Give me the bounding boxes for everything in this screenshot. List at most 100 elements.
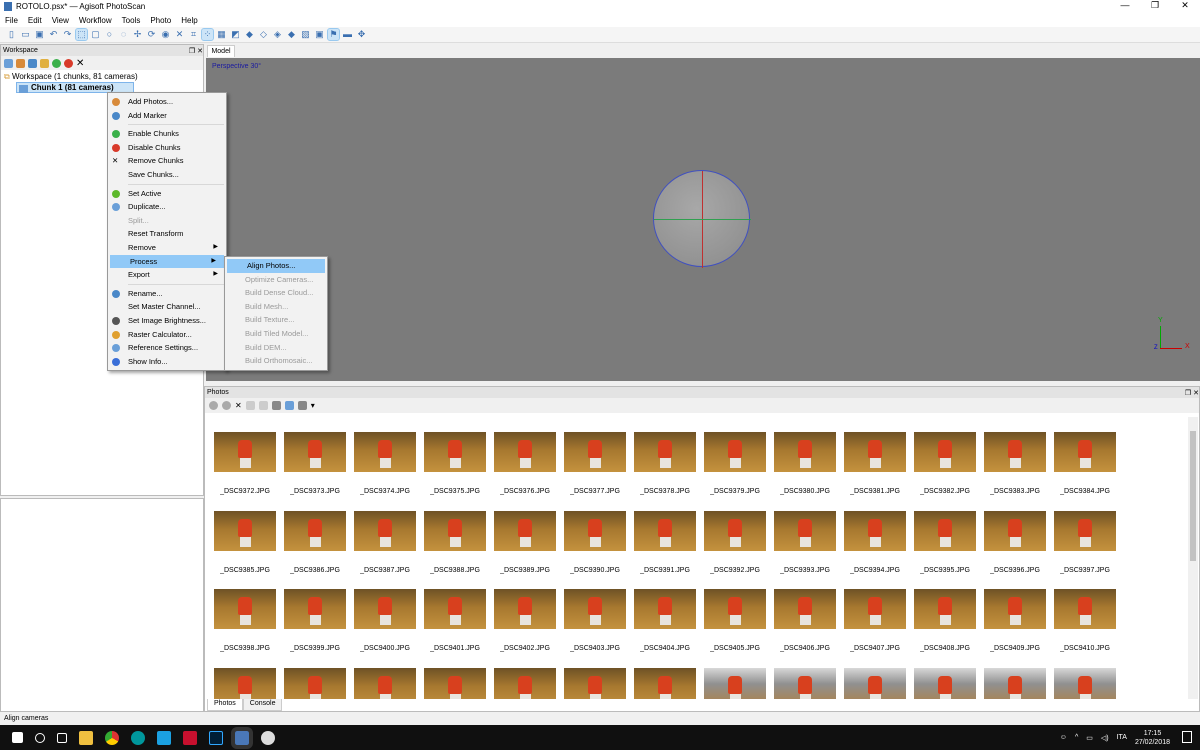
menu-item-disable-chunks[interactable]: Disable Chunks — [108, 141, 226, 155]
menu-workflow[interactable]: Workflow — [74, 16, 117, 25]
photo-thumbnail[interactable]: _DSC9380.JPG — [773, 432, 837, 495]
clock[interactable]: 17:15 27/02/2018 — [1135, 729, 1170, 747]
menu-item-process[interactable]: Process ▶ — [110, 254, 224, 269]
menu-item-build-dense-cloud[interactable]: Build Dense Cloud... — [225, 286, 327, 300]
photo-thumbnail[interactable]: _DSC9393.JPG — [773, 510, 837, 574]
menu-item-split[interactable]: Split... — [108, 214, 226, 228]
photo-thumbnail[interactable] — [913, 667, 977, 699]
photo-thumbnail[interactable]: _DSC9392.JPG — [703, 510, 767, 574]
solid-icon[interactable]: ◆ — [244, 29, 255, 40]
menu-item-show-info[interactable]: Show Info... — [108, 355, 226, 369]
move-icon[interactable]: ✥ — [356, 29, 367, 40]
show-cameras-icon[interactable]: ▣ — [314, 29, 325, 40]
file-explorer-icon[interactable] — [79, 730, 93, 745]
close-button[interactable]: ✕ — [1170, 0, 1200, 11]
disable-camera-icon[interactable] — [222, 401, 231, 410]
new-icon[interactable]: ▯ — [6, 29, 17, 40]
rotate-object-icon[interactable]: ⟳ — [146, 29, 157, 40]
undo-icon[interactable]: ↶ — [48, 29, 59, 40]
redo-icon[interactable]: ↷ — [62, 29, 73, 40]
language-indicator[interactable]: ITA — [1117, 734, 1127, 741]
photo-thumbnail[interactable] — [633, 667, 697, 699]
photo-thumbnail[interactable]: _DSC9379.JPG — [703, 432, 767, 495]
photo-thumbnail[interactable]: _DSC9406.JPG — [773, 589, 837, 652]
menu-item-build-dem[interactable]: Build DEM... — [225, 341, 327, 355]
circle-select-icon[interactable]: ○ — [104, 29, 115, 40]
photo-thumbnail[interactable]: _DSC9391.JPG — [633, 510, 697, 574]
photoscan-icon[interactable] — [231, 726, 253, 749]
navigation-icon[interactable]: ⬚ — [75, 28, 88, 41]
photo-thumbnail[interactable]: _DSC9381.JPG — [843, 432, 907, 495]
menu-item-optimize-cameras[interactable]: Optimize Cameras... — [225, 273, 327, 287]
menu-file[interactable]: File — [0, 16, 23, 25]
menu-item-rename[interactable]: Rename... — [108, 287, 226, 301]
photo-thumbnail[interactable]: _DSC9395.JPG — [913, 510, 977, 574]
chevron-down-icon[interactable]: ▾ — [311, 401, 315, 410]
photo-thumbnail[interactable] — [423, 667, 487, 699]
menu-item-build-texture[interactable]: Build Texture... — [225, 313, 327, 327]
app-icon[interactable] — [261, 730, 275, 745]
chevron-up-icon[interactable]: ^ — [1075, 734, 1078, 741]
photo-thumbnail[interactable]: _DSC9372.JPG — [213, 432, 277, 495]
photo-thumbnail[interactable]: _DSC9388.JPG — [423, 510, 487, 574]
photo-thumbnail[interactable]: _DSC9390.JPG — [563, 510, 627, 574]
add-shape-icon[interactable] — [40, 58, 49, 68]
task-view-icon[interactable] — [57, 732, 67, 743]
menu-item-build-mesh[interactable]: Build Mesh... — [225, 300, 327, 314]
rotate-icon[interactable] — [245, 401, 255, 410]
disable-icon[interactable] — [64, 58, 73, 68]
move-object-icon[interactable]: ✢ — [132, 29, 143, 40]
model-viewport[interactable]: Perspective 30° Y X Z — [206, 58, 1200, 381]
photo-thumbnail[interactable]: _DSC9399.JPG — [283, 589, 347, 652]
photo-thumbnail[interactable]: _DSC9408.JPG — [913, 589, 977, 652]
tab-model[interactable]: Model — [207, 45, 235, 57]
photo-thumbnail[interactable]: _DSC9400.JPG — [353, 589, 417, 652]
minimize-button[interactable]: — — [1110, 0, 1140, 10]
show-shapes-icon[interactable]: ▬ — [342, 29, 353, 40]
photo-thumbnail[interactable] — [493, 667, 557, 699]
photo-thumbnail[interactable]: _DSC9402.JPG — [493, 589, 557, 652]
photo-thumbnail[interactable]: _DSC9386.JPG — [283, 510, 347, 574]
photo-thumbnail[interactable]: _DSC9378.JPG — [633, 432, 697, 495]
photo-thumbnail[interactable] — [983, 667, 1047, 699]
photo-thumbnail[interactable]: _DSC9374.JPG — [353, 432, 417, 495]
view-mode-icon[interactable] — [297, 401, 307, 410]
menu-edit[interactable]: Edit — [23, 16, 47, 25]
enable-camera-icon[interactable] — [209, 401, 218, 410]
save-icon[interactable]: ▣ — [34, 29, 45, 40]
photo-thumbnail[interactable] — [353, 667, 417, 699]
menu-view[interactable]: View — [47, 16, 74, 25]
menu-item-add-marker[interactable]: Add Marker — [108, 109, 226, 123]
people-icon[interactable]: ☺ — [1060, 734, 1067, 741]
cura-icon[interactable] — [157, 730, 171, 745]
photo-thumbnail[interactable]: _DSC9385.JPG — [213, 510, 277, 574]
menu-item-build-tiled-model[interactable]: Build Tiled Model... — [225, 327, 327, 341]
remove-icon[interactable]: ✕ — [235, 401, 242, 410]
point-cloud-icon[interactable]: ⁘ — [201, 28, 214, 41]
photo-thumbnail[interactable]: _DSC9398.JPG — [213, 589, 277, 652]
tab-console[interactable]: Console — [242, 699, 283, 711]
dense-cloud-icon[interactable]: ▦ — [216, 29, 227, 40]
menu-item-add-photos[interactable]: Add Photos... — [108, 95, 226, 109]
menu-item-reset-transform[interactable]: Reset Transform — [108, 227, 226, 241]
rectangle-select-icon[interactable]: ▢ — [90, 29, 101, 40]
navigation-sphere[interactable] — [653, 170, 751, 268]
photo-thumbnail[interactable]: _DSC9383.JPG — [983, 432, 1047, 495]
show-markers-icon[interactable]: ⚑ — [327, 28, 340, 41]
open-icon[interactable]: ▭ — [20, 29, 31, 40]
photo-thumbnail[interactable]: _DSC9384.JPG — [1053, 432, 1117, 495]
textured-icon[interactable]: ◈ — [272, 29, 283, 40]
menu-item-enable-chunks[interactable]: Enable Chunks — [108, 127, 226, 141]
arduino-icon[interactable] — [131, 730, 145, 745]
menu-item-build-orthomosaic[interactable]: Build Orthomosaic... — [225, 354, 327, 368]
photo-thumbnail[interactable] — [283, 667, 347, 699]
photo-thumbnail[interactable]: _DSC9376.JPG — [493, 432, 557, 495]
panel-close-icon[interactable]: ❐ ✕ — [1185, 389, 1199, 397]
photo-thumbnail[interactable]: _DSC9387.JPG — [353, 510, 417, 574]
filter-icon[interactable] — [271, 401, 281, 410]
tiled-icon[interactable]: ◆ — [286, 29, 297, 40]
wireframe-icon[interactable]: ◇ — [258, 29, 269, 40]
menu-item-remove-chunks[interactable]: ✕ Remove Chunks — [108, 154, 226, 168]
panel-close-icon[interactable]: ❐ ✕ — [189, 47, 203, 55]
photo-thumbnail[interactable] — [1053, 667, 1117, 699]
